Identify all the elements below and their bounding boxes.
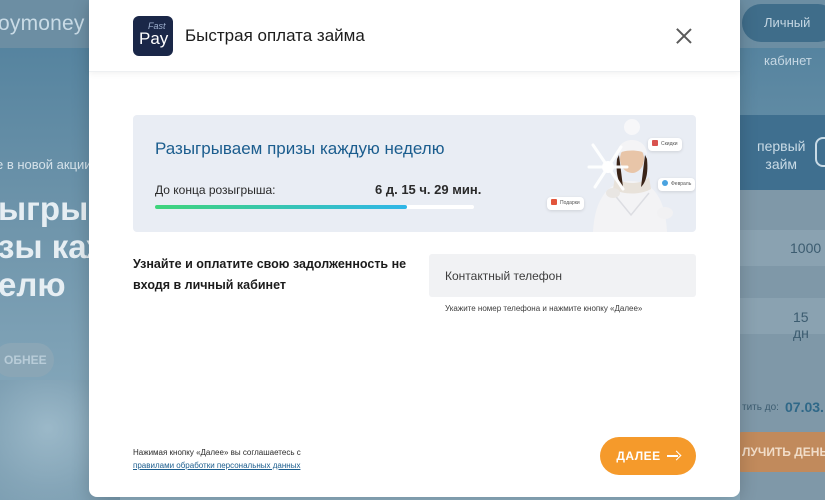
draw-timer-label: До конца розыгрыша: (155, 183, 276, 197)
background-more-button: ОБНЕЕ (0, 343, 54, 377)
background-pay-label: тить до: (742, 402, 779, 413)
phone-hint: Укажите номер телефона и нажмите кнопку … (445, 304, 643, 313)
background-headline-line: елю (0, 266, 66, 303)
background-promo-subtitle: е в новой акции (0, 157, 92, 172)
promo-chip: Скидки (648, 138, 682, 151)
next-button[interactable]: ДАЛЕЕ (600, 437, 696, 475)
consent-text: Нажимая кнопку «Далее» вы соглашаетесь с (133, 448, 301, 457)
debt-lookup-description: Узнайте и оплатите свою задолженность не… (133, 257, 407, 292)
background-first-loan-label: первый займ (757, 137, 805, 173)
background-amount-value: 1000 (790, 240, 822, 256)
background-get-money-button: ЛУЧИТЬ ДЕНЬ (736, 432, 825, 472)
modal-header: Fast Pay Быстрая оплата займа (89, 0, 740, 72)
arrow-right-icon (666, 451, 680, 461)
background-pay-date: 07.03. (785, 399, 824, 415)
snowflake-icon (662, 180, 668, 186)
gift-icon (551, 199, 557, 205)
consent-notice: Нажимая кнопку «Далее» вы соглашаетесь с… (133, 446, 301, 472)
promo-chip: Февраль (658, 178, 696, 191)
background-first-loan-line: займ (765, 156, 798, 172)
draw-timer-value: 6 д. 15 ч. 29 мин. (375, 182, 482, 197)
draw-progress-bar (155, 205, 474, 209)
background-first-loan-line: первый (757, 138, 806, 154)
background-logo: oymoney (0, 12, 85, 35)
draw-progress-fill (155, 205, 407, 209)
background-cabinet-button: Личный кабинет (742, 4, 825, 68)
phone-input[interactable] (429, 254, 696, 297)
next-button-label: ДАЛЕЕ (616, 449, 661, 463)
prize-promo-banner[interactable]: Разыгрываем призы каждую неделю До конца… (133, 115, 696, 232)
privacy-policy-link[interactable]: правилами обработки персональных данных (133, 459, 301, 472)
close-icon[interactable] (675, 27, 693, 45)
background-term-value: 15 дн (793, 309, 809, 341)
fast-pay-modal: Fast Pay Быстрая оплата займа Разыгрывае… (89, 0, 740, 497)
promo-title: Разыгрываем призы каждую неделю (155, 139, 445, 158)
modal-title: Быстрая оплата займа (185, 26, 365, 45)
woman-with-snowflake-image (587, 119, 673, 232)
fastpay-logo: Fast Pay (133, 16, 173, 56)
promo-chip: Подарки (547, 197, 584, 210)
fastpay-logo-pay: Pay (139, 29, 169, 48)
discount-icon (652, 140, 658, 146)
background-toggle-icon (815, 137, 825, 167)
promo-illustration: Скидки Февраль Подарки (547, 115, 696, 232)
